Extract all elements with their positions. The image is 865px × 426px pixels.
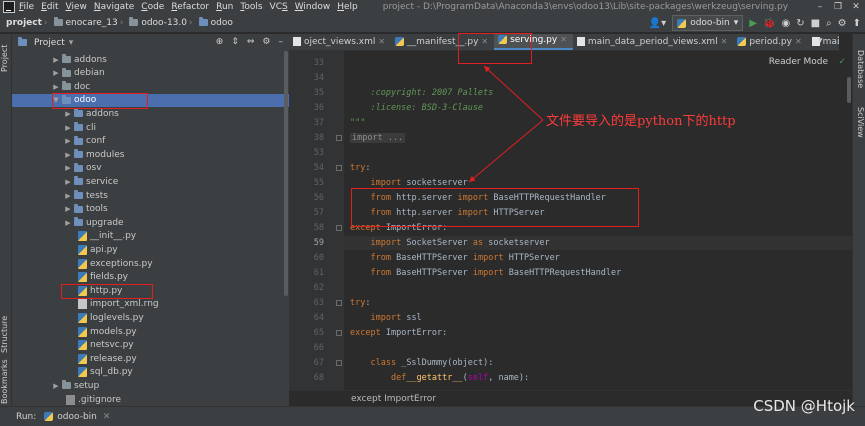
arrow-to-code bbox=[468, 119, 544, 183]
watermark: CSDN @Htojk bbox=[753, 397, 855, 415]
arrow-to-tab bbox=[483, 65, 544, 121]
annotation-text: 文件要导入的是python下的http bbox=[546, 114, 736, 129]
annotation-arrows bbox=[468, 65, 544, 183]
